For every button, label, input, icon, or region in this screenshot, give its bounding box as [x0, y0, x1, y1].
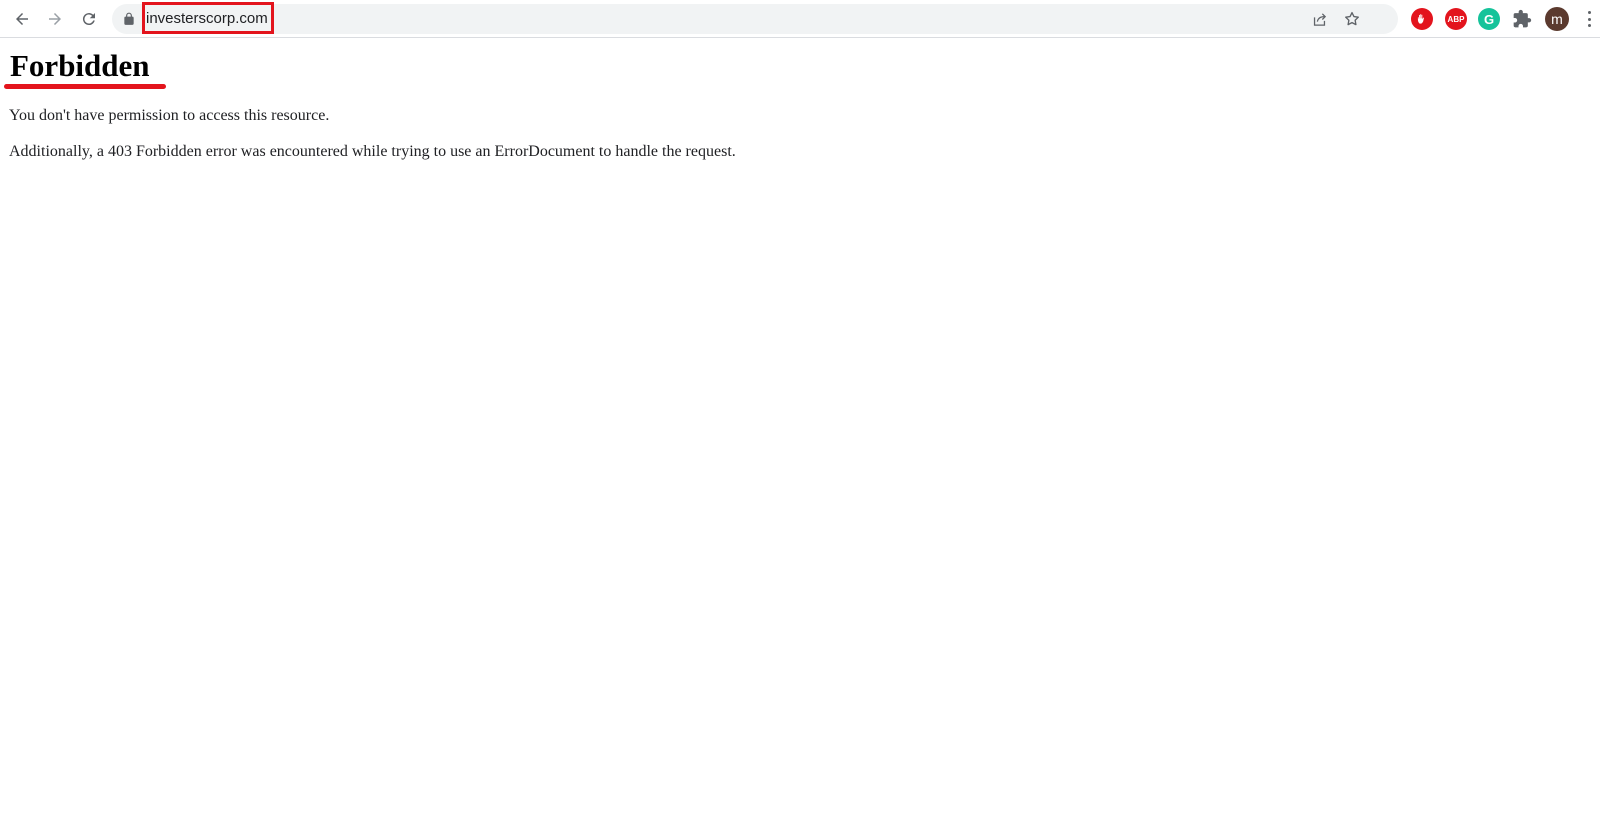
share-icon: [1313, 12, 1326, 26]
title-underline-annotation: [4, 84, 166, 89]
reload-icon: [82, 13, 95, 26]
lock-icon: [124, 12, 134, 25]
grammarly-icon[interactable]: G: [1478, 8, 1500, 30]
star-icon: [1345, 11, 1359, 26]
forward-arrow-icon: [49, 13, 61, 25]
browser-toolbar: investerscorp.com ABP G m: [0, 0, 1600, 38]
url-highlight-box: [142, 2, 274, 34]
profile-initial: m: [1551, 11, 1563, 27]
back-button[interactable]: [8, 5, 36, 33]
browser-menu-button[interactable]: [1584, 9, 1594, 29]
grammarly-label: G: [1483, 11, 1495, 27]
adblock-plus-label: ABP: [1447, 14, 1465, 24]
back-arrow-icon: [16, 13, 28, 25]
profile-avatar[interactable]: m: [1545, 7, 1569, 31]
bookmark-button[interactable]: [1342, 9, 1362, 29]
forward-button[interactable]: [41, 5, 69, 33]
puzzle-icon: [1513, 9, 1532, 28]
error-detail-message: Additionally, a 403 Forbidden error was …: [9, 143, 736, 160]
reload-button[interactable]: [75, 5, 103, 33]
page-title: Forbidden: [10, 48, 150, 83]
address-bar[interactable]: investerscorp.com: [112, 4, 1398, 34]
adblock-plus-icon[interactable]: ABP: [1445, 8, 1467, 30]
adblock-icon[interactable]: [1411, 8, 1433, 30]
permission-message: You don't have permission to access this…: [9, 107, 330, 124]
hand-icon: [1417, 14, 1424, 24]
extensions-button[interactable]: [1511, 8, 1533, 30]
share-button[interactable]: [1309, 9, 1329, 29]
